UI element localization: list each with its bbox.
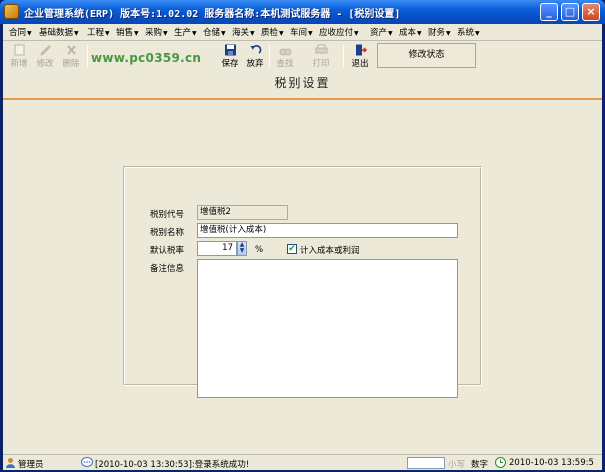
delete-icon bbox=[66, 45, 76, 55]
application-window: 企业管理系统(ERP) 版本号:1.02.02 服务器名称:本机测试服务器 - … bbox=[0, 0, 605, 472]
window-title: 企业管理系统(ERP) 版本号:1.02.02 服务器名称:本机测试服务器 - … bbox=[24, 9, 401, 20]
new-doc-icon bbox=[14, 44, 24, 56]
new-label: 新增 bbox=[10, 59, 28, 69]
exit-button[interactable]: 退出 bbox=[348, 42, 372, 70]
menu-label: 成本 bbox=[399, 28, 417, 38]
menu-workshop[interactable]: 车间▼ bbox=[290, 26, 313, 38]
floppy-save-icon bbox=[224, 44, 236, 56]
minimize-button[interactable]: _ bbox=[540, 3, 558, 21]
menu-label: 车间 bbox=[290, 28, 308, 38]
print-button[interactable]: 打印 bbox=[309, 42, 333, 70]
app-icon bbox=[4, 4, 19, 19]
rate-spinner[interactable]: ▲ ▼ bbox=[237, 241, 247, 256]
tax-name-label: 税别名称 bbox=[150, 228, 185, 238]
menu-production[interactable]: 生产▼ bbox=[174, 26, 197, 38]
caps-lock-indicator: 小写 bbox=[448, 460, 466, 470]
exit-label: 退出 bbox=[351, 59, 369, 69]
watermark-text: www.pc0359.cn bbox=[91, 51, 202, 65]
binoculars-icon bbox=[279, 48, 291, 56]
remarks-textarea[interactable] bbox=[197, 259, 458, 398]
form-panel: 税别代号 增值税2 税别名称 增值税(计入成本) 默认税率 17 ▲ ▼ % ✔… bbox=[123, 166, 482, 398]
new-button[interactable]: 新增 bbox=[7, 42, 31, 70]
menu-label: 销售 bbox=[116, 28, 134, 38]
toolbar-separator bbox=[343, 45, 344, 67]
save-button[interactable]: 保存 bbox=[218, 42, 242, 70]
current-user: 管理员 bbox=[18, 460, 44, 470]
menu-purchase[interactable]: 采购▼ bbox=[145, 26, 168, 38]
menu-label: 质检 bbox=[261, 28, 279, 38]
title-bar[interactable]: 企业管理系统(ERP) 版本号:1.02.02 服务器名称:本机测试服务器 - … bbox=[0, 0, 605, 24]
menu-warehouse[interactable]: 仓储▼ bbox=[203, 26, 226, 38]
menu-receivable[interactable]: 应收应付▼ bbox=[319, 26, 359, 38]
menu-customs[interactable]: 海关▼ bbox=[232, 26, 255, 38]
delete-button[interactable]: 删除 bbox=[59, 42, 83, 70]
menu-label: 仓储 bbox=[203, 28, 221, 38]
title-divider bbox=[3, 98, 602, 100]
menu-bar: 合同▼ 基础数据▼ 工程▼ 销售▼ 采购▼ 生产▼ 仓储▼ 海关▼ 质检▼ 车间… bbox=[3, 24, 602, 41]
menu-quality[interactable]: 质检▼ bbox=[261, 26, 284, 38]
page-title: 税别设置 bbox=[274, 76, 331, 90]
edit-button[interactable]: 修改 bbox=[33, 42, 57, 70]
clock-icon bbox=[495, 457, 506, 468]
edit-label: 修改 bbox=[36, 59, 54, 69]
menu-label: 采购 bbox=[145, 28, 163, 38]
status-bar: 管理员 [2010-10-03 13:30:53]:登录系统成功! 小写 数字 … bbox=[3, 454, 602, 470]
menu-label: 资产 bbox=[370, 28, 388, 38]
tax-code-label: 税别代号 bbox=[150, 210, 185, 220]
menu-label: 海关 bbox=[232, 28, 250, 38]
find-button[interactable]: 查找 bbox=[273, 42, 297, 70]
menu-base-data[interactable]: 基础数据▼ bbox=[39, 26, 79, 38]
menu-engineering[interactable]: 工程▼ bbox=[87, 26, 110, 38]
menu-sales[interactable]: 销售▼ bbox=[116, 26, 139, 38]
checkmark-icon: ✔ bbox=[288, 244, 296, 254]
save-label: 保存 bbox=[221, 59, 239, 69]
menu-contract[interactable]: 合同▼ bbox=[9, 26, 32, 38]
status-input-box bbox=[407, 457, 445, 469]
printer-icon bbox=[315, 44, 327, 54]
discard-label: 放弃 bbox=[246, 59, 264, 69]
edit-status-indicator: 修改状态 bbox=[377, 43, 476, 68]
include-cost-label: 计入成本或利润 bbox=[300, 246, 360, 256]
menu-label: 合同 bbox=[9, 28, 27, 38]
menu-label: 财务 bbox=[428, 28, 446, 38]
tax-code-field: 增值税2 bbox=[197, 205, 288, 220]
edit-icon bbox=[39, 45, 51, 56]
chat-bubble-icon bbox=[81, 457, 93, 467]
default-rate-input[interactable]: 17 bbox=[197, 241, 237, 256]
status-clock: 2010-10-03 13:59:5 bbox=[509, 458, 594, 468]
discard-button[interactable]: 放弃 bbox=[243, 42, 267, 70]
menu-label: 系统 bbox=[457, 28, 475, 38]
user-icon bbox=[6, 458, 15, 468]
default-rate-label: 默认税率 bbox=[150, 246, 185, 256]
toolbar-separator bbox=[269, 45, 270, 67]
exit-door-icon bbox=[355, 44, 367, 56]
num-lock-indicator: 数字 bbox=[471, 460, 489, 470]
undo-icon bbox=[250, 45, 261, 54]
rate-unit: % bbox=[255, 245, 264, 255]
menu-cost[interactable]: 成本▼ bbox=[399, 26, 422, 38]
menu-system[interactable]: 系统▼ bbox=[457, 26, 480, 38]
menu-label: 应收应付 bbox=[319, 28, 354, 38]
menu-label: 生产 bbox=[174, 28, 192, 38]
toolbar-separator bbox=[87, 45, 88, 67]
print-label: 打印 bbox=[312, 59, 330, 69]
spin-down-icon[interactable]: ▼ bbox=[238, 248, 246, 254]
menu-label: 工程 bbox=[87, 28, 105, 38]
form-panel-inner: 税别代号 增值税2 税别名称 增值税(计入成本) 默认税率 17 ▲ ▼ % ✔… bbox=[124, 167, 481, 398]
menu-assets[interactable]: 资产▼ bbox=[370, 26, 393, 38]
maximize-button[interactable]: □ bbox=[561, 3, 579, 21]
tax-name-input[interactable]: 增值税(计入成本) bbox=[197, 223, 458, 238]
menu-finance[interactable]: 财务▼ bbox=[428, 26, 451, 38]
remarks-label: 备注信息 bbox=[150, 264, 185, 274]
client-area: 合同▼ 基础数据▼ 工程▼ 销售▼ 采购▼ 生产▼ 仓储▼ 海关▼ 质检▼ 车间… bbox=[3, 24, 602, 470]
include-cost-checkbox[interactable]: ✔ bbox=[287, 244, 297, 254]
close-button[interactable]: × bbox=[582, 3, 600, 21]
status-message: [2010-10-03 13:30:53]:登录系统成功! bbox=[95, 460, 250, 470]
menu-label: 基础数据 bbox=[39, 28, 74, 38]
delete-label: 删除 bbox=[62, 59, 80, 69]
find-label: 查找 bbox=[276, 59, 294, 69]
